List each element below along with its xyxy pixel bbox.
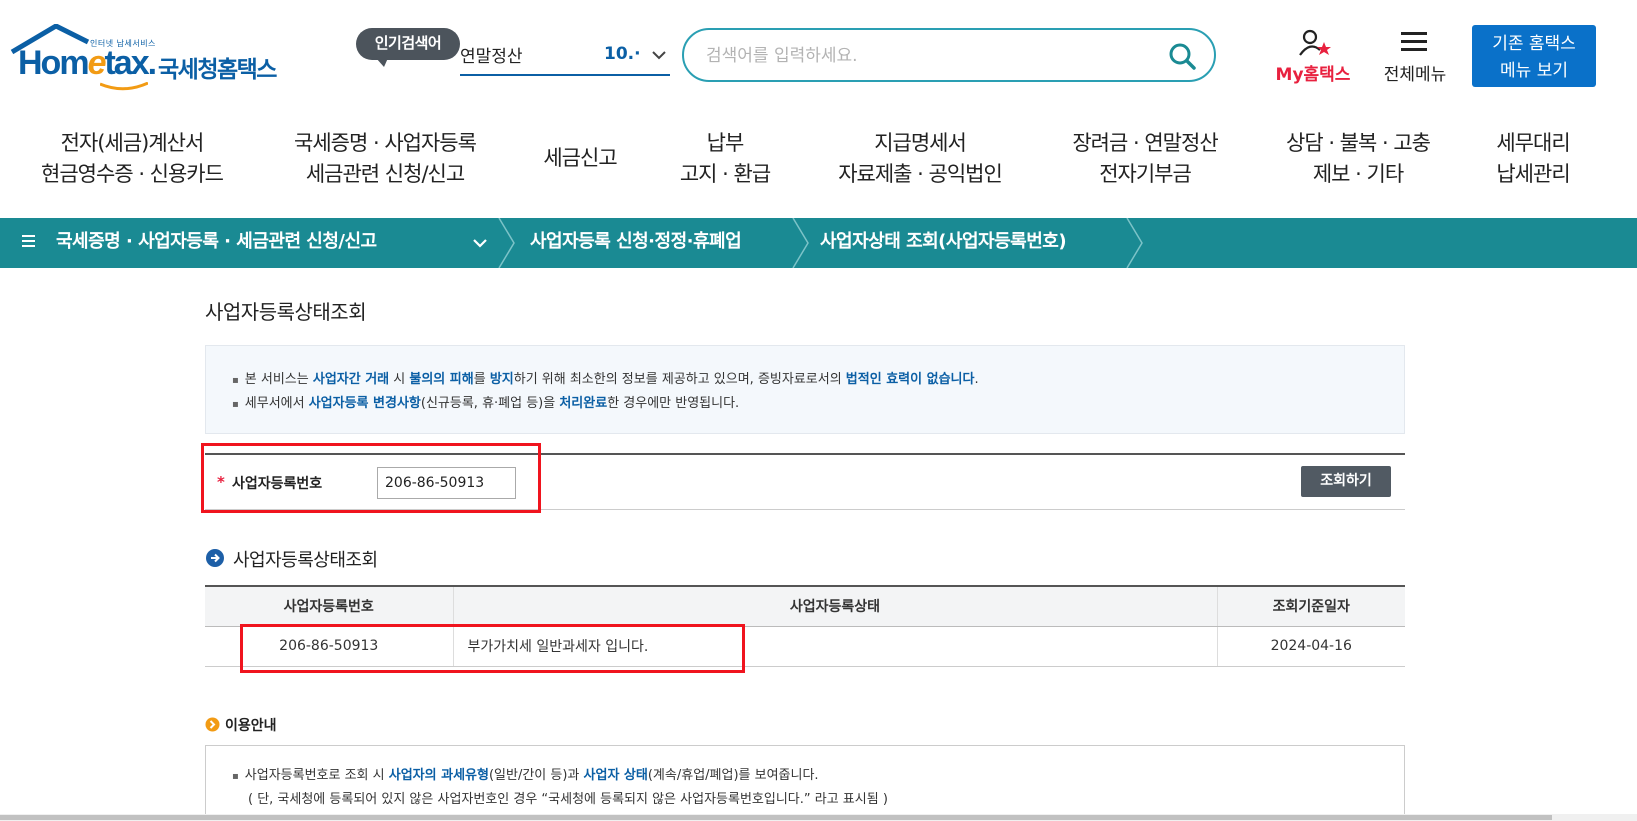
nav-item-line2: 제보 · 기타 xyxy=(1312,162,1404,186)
nav-item-consultation[interactable]: 상담 · 불복 · 고충제보 · 기타 xyxy=(1286,128,1431,190)
breadcrumb-level3[interactable]: 사업자상태 조회(사업자등록번호) xyxy=(820,218,1067,268)
logo-swoosh-icon xyxy=(100,82,148,91)
all-menu-label: 전체메뉴 xyxy=(1383,65,1447,85)
hometax-logo[interactable]: 인터넷 납세서비스 Hometax. 국세청홈택스 xyxy=(8,24,298,91)
old-menu-line2: 메뉴 보기 xyxy=(1500,61,1568,81)
chevron-down-icon[interactable] xyxy=(472,236,488,250)
nav-item-line2: 납세관리 xyxy=(1496,162,1570,186)
nav-item-line2: 세금관련 신청/신고 xyxy=(305,162,465,186)
column-header-business-number: 사업자등록번호 xyxy=(205,585,453,627)
nav-item-tax-filing[interactable]: 세금신고 xyxy=(543,143,617,174)
notice-line-2: 세무서에서 사업자등록 변경사항(신규등록, 휴·폐업 등)을 처리완료한 경우… xyxy=(232,392,1404,416)
column-header-status: 사업자등록상태 xyxy=(452,585,1217,627)
nav-item-line2: 현금영수증 · 신용카드 xyxy=(41,162,224,186)
usage-guide-box: 사업자등록번호로 조회 시 사업자의 과세유형(일반/간이 등)과 사업자 상태… xyxy=(205,745,1405,821)
arrow-circle-icon xyxy=(205,717,220,732)
breadcrumb-level2[interactable]: 사업자등록 신청·정정·휴폐업 xyxy=(530,218,742,268)
old-menu-view-button[interactable]: 기존 홈택스 메뉴 보기 xyxy=(1472,25,1596,87)
breadcrumb-separator-icon xyxy=(792,218,809,268)
breadcrumb-level1[interactable]: 국세증명 · 사업자등록 · 세금관련 신청/신고 xyxy=(56,218,377,268)
logo-wordmark: Hometax. xyxy=(18,44,157,82)
nav-item-line1: 국세증명 · 사업자등록 xyxy=(294,131,477,155)
breadcrumb-separator-icon xyxy=(1126,218,1143,268)
service-notice: 본 서비스는 사업자간 거래 시 불의의 피해를 방지하기 위해 최소한의 정보… xyxy=(205,345,1405,434)
main-navigation: 전자(세금)계산서현금영수증 · 신용카드 국세증명 · 사업자등록세금관련 신… xyxy=(0,128,1637,198)
popular-search-badge: 인기검색어 xyxy=(356,28,460,67)
arrow-circle-icon xyxy=(206,549,224,567)
hamburger-menu-icon xyxy=(1401,32,1427,51)
my-hometax-link[interactable]: My홈택스 xyxy=(1268,26,1358,86)
usage-guide-label: 이용안내 xyxy=(225,718,277,734)
nav-item-line2: 자료제출 · 공익법인 xyxy=(838,162,1003,186)
nav-item-payment[interactable]: 납부고지 · 환급 xyxy=(679,128,771,190)
nav-item-line1: 지급명세서 xyxy=(874,131,967,155)
search-icon[interactable] xyxy=(1166,40,1198,72)
popular-search-term[interactable]: 연말정산 xyxy=(460,42,523,67)
user-star-icon xyxy=(1299,29,1331,56)
nav-item-line1: 장려금 · 연말정산 xyxy=(1072,131,1218,155)
cell-date: 2024-04-16 xyxy=(1216,626,1405,667)
column-header-date: 조회기준일자 xyxy=(1216,585,1405,627)
menu-icon xyxy=(22,235,35,247)
search-input[interactable] xyxy=(706,42,1146,70)
all-menu-button[interactable]: 전체메뉴 xyxy=(1374,26,1456,86)
popular-search-rank: 10.· xyxy=(604,44,641,64)
result-section-label: 사업자등록상태조회 xyxy=(233,550,378,571)
nav-item-line1: 전자(세금)계산서 xyxy=(60,131,205,155)
nav-item-line1: 세무대리 xyxy=(1496,131,1570,155)
nav-item-certificates-registration[interactable]: 국세증명 · 사업자등록세금관련 신청/신고 xyxy=(294,128,477,190)
my-hometax-label: My홈택스 xyxy=(1275,65,1351,85)
table-header-row: 사업자등록번호 사업자등록상태 조회기준일자 xyxy=(205,585,1405,627)
search-box xyxy=(682,28,1216,82)
nav-item-line2: 고지 · 환급 xyxy=(679,162,771,186)
nav-item-line2: 전자기부금 xyxy=(1099,162,1192,186)
highlight-box-input xyxy=(201,443,541,513)
usage-line-1: 사업자등록번호로 조회 시 사업자의 과세유형(일반/간이 등)과 사업자 상태… xyxy=(232,764,1404,788)
horizontal-scrollbar[interactable] xyxy=(0,814,1637,821)
page-title: 사업자등록상태조회 xyxy=(205,300,367,324)
notice-line-1: 본 서비스는 사업자간 거래 시 불의의 피해를 방지하기 위해 최소한의 정보… xyxy=(232,368,1404,392)
usage-line-2: ( 단, 국세청에 등록되어 있지 않은 사업자번호인 경우 “국세청에 등록되… xyxy=(248,792,888,807)
scrollbar-thumb[interactable] xyxy=(0,815,1552,820)
nav-item-e-invoice[interactable]: 전자(세금)계산서현금영수증 · 신용카드 xyxy=(41,128,224,190)
logo-korean: 국세청홈택스 xyxy=(158,57,277,83)
popular-search-select[interactable]: 연말정산 10.· xyxy=(460,40,670,76)
old-menu-line1: 기존 홈택스 xyxy=(1492,34,1576,54)
chevron-down-icon[interactable] xyxy=(650,46,668,64)
nav-item-tax-agent[interactable]: 세무대리납세관리 xyxy=(1496,128,1570,190)
breadcrumb: 국세증명 · 사업자등록 · 세금관련 신청/신고 사업자등록 신청·정정·휴폐… xyxy=(0,218,1637,268)
nav-item-line1: 납부 xyxy=(706,131,745,155)
nav-item-line1: 상담 · 불복 · 고충 xyxy=(1286,131,1431,155)
query-button[interactable]: 조회하기 xyxy=(1301,466,1391,497)
nav-item-incentives-year-end[interactable]: 장려금 · 연말정산전자기부금 xyxy=(1072,128,1218,190)
nav-item-payment-statements[interactable]: 지급명세서자료제출 · 공익법인 xyxy=(838,128,1003,190)
highlight-box-result xyxy=(240,624,745,673)
nav-item-line1: 세금신고 xyxy=(543,146,617,170)
breadcrumb-separator-icon xyxy=(498,218,515,268)
